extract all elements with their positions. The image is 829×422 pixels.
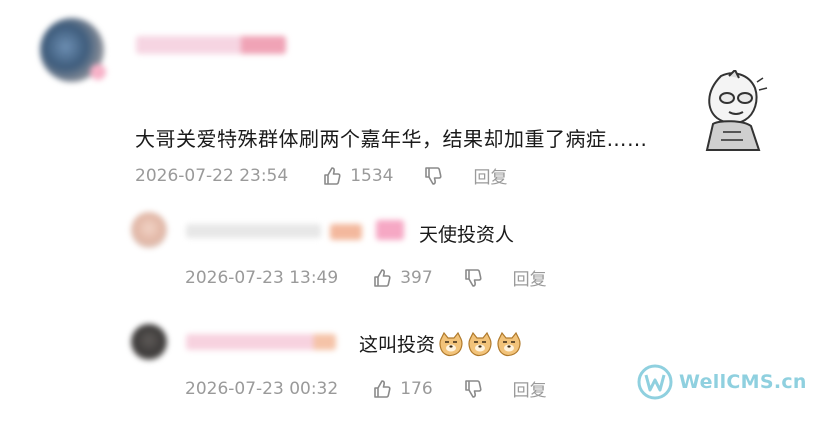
reply-name-redacted[interactable] — [186, 224, 321, 238]
thumbs-down-icon — [464, 379, 482, 398]
ultraman-sticker-icon — [705, 70, 768, 151]
like-button[interactable]: 1534 — [322, 166, 393, 186]
watermark: WellCMS.cn — [637, 364, 807, 400]
reply-time: 2026-07-23 00:32 — [185, 378, 339, 399]
comment-text: 大哥关爱特殊群体刷两个嘉年华，结果却加重了病症…… — [135, 127, 648, 151]
thumbs-up-icon — [374, 379, 391, 398]
vip-badge — [90, 64, 106, 80]
wellcms-logo-icon — [637, 364, 673, 400]
commenter-name-redacted[interactable] — [136, 36, 286, 54]
comment-time: 2026-07-22 23:54 — [135, 165, 289, 186]
reply-avatar[interactable] — [131, 212, 167, 248]
fan-badge — [376, 220, 404, 240]
level-badge — [330, 224, 362, 240]
reply-meta: 2026-07-23 00:32 176 回复 — [185, 376, 547, 402]
doge-emoji-icon — [497, 331, 521, 356]
reply-button[interactable]: 回复 — [473, 163, 507, 188]
thumbs-up-icon — [324, 166, 341, 185]
reply-button[interactable]: 回复 — [513, 376, 547, 401]
reply-name-redacted[interactable] — [186, 334, 336, 350]
dislike-button[interactable] — [423, 166, 443, 186]
like-count: 176 — [400, 378, 433, 399]
dislike-button[interactable] — [463, 379, 483, 399]
dislike-button[interactable] — [463, 268, 483, 288]
comment-meta: 2026-07-22 23:54 1534 回复 — [135, 163, 507, 189]
doge-emoji-icon — [468, 331, 492, 356]
like-count: 1534 — [350, 165, 394, 186]
thumbs-down-icon — [464, 268, 482, 287]
doge-emoji-icon — [439, 331, 463, 356]
reply-text-row: 这叫投资 — [359, 330, 522, 357]
thumbs-up-icon — [374, 268, 391, 287]
commenter-avatar[interactable] — [40, 18, 106, 82]
like-count: 397 — [400, 267, 433, 288]
watermark-text: WellCMS.cn — [679, 371, 807, 393]
thumbs-down-icon — [425, 166, 443, 185]
reply-meta: 2026-07-23 13:49 397 回复 — [185, 265, 547, 291]
reply-text: 这叫投资 — [359, 334, 436, 356]
reply-text: 天使投资人 — [419, 224, 515, 246]
like-button[interactable]: 176 — [372, 378, 433, 399]
like-button[interactable]: 397 — [372, 267, 433, 288]
reply-time: 2026-07-23 13:49 — [185, 267, 339, 288]
reply-button[interactable]: 回复 — [513, 265, 547, 290]
reply-avatar[interactable] — [131, 324, 167, 360]
